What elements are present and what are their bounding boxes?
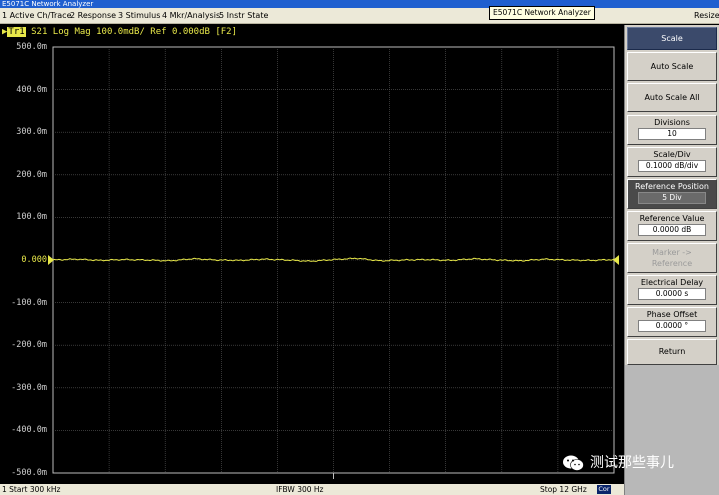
y-axis-tick-label: 300.0m — [16, 127, 47, 138]
phase-offset-label: Phase Offset — [646, 310, 698, 319]
watermark-text: 测试那些事儿 — [590, 455, 674, 471]
menu-mkr-analysis[interactable]: 4 Mkr/Analysis — [162, 8, 220, 24]
auto-scale-all-button[interactable]: Auto Scale All — [627, 83, 717, 112]
wechat-icon — [563, 455, 584, 471]
window-title: E5071C Network Analyzer — [2, 0, 94, 8]
status-cor-badge: Cor — [597, 485, 611, 494]
softkey-title-scale: Scale — [627, 27, 717, 50]
phase-offset-button[interactable]: Phase Offset 0.0000 ° — [627, 307, 717, 337]
electrical-delay-value: 0.0000 s — [638, 288, 706, 300]
scale-div-value: 0.1000 dB/div — [638, 160, 706, 172]
y-axis-tick-label: 100.0m — [16, 212, 47, 223]
trace-plot-area[interactable]: ▶Tr1 S21 Log Mag 100.0mdB/ Ref 0.000dB [… — [0, 25, 624, 484]
marker-to-reference-label-2: Reference — [651, 259, 693, 268]
trace-header-text: S21 Log Mag 100.0mdB/ Ref 0.000dB [F2] — [25, 27, 238, 37]
y-axis-tick-label: -200.0m — [11, 340, 47, 351]
auto-scale-all-label: Auto Scale All — [644, 93, 700, 102]
menu-bar: 1 Active Ch/Trace 2 Response 3 Stimulus … — [0, 8, 719, 24]
y-axis-tick-label: 400.0m — [16, 84, 47, 95]
y-axis-tick-label: -300.0m — [11, 382, 47, 393]
trace-header[interactable]: ▶Tr1 S21 Log Mag 100.0mdB/ Ref 0.000dB [… — [2, 27, 237, 37]
menu-response[interactable]: 2 Response — [70, 8, 116, 24]
electrical-delay-label: Electrical Delay — [640, 278, 704, 287]
electrical-delay-button[interactable]: Electrical Delay 0.0000 s — [627, 275, 717, 305]
softkey-panel-empty-area — [625, 365, 719, 495]
reference-position-value: 5 Div — [638, 192, 706, 204]
menu-stimulus[interactable]: 3 Stimulus — [118, 8, 160, 24]
y-axis-tick-label: -400.0m — [11, 425, 47, 436]
scale-div-button[interactable]: Scale/Div 0.1000 dB/div — [627, 147, 717, 177]
divisions-button[interactable]: Divisions 10 — [627, 115, 717, 145]
divisions-label: Divisions — [654, 118, 690, 127]
y-axis-tick-label: -100.0m — [11, 297, 47, 308]
auto-scale-button[interactable]: Auto Scale — [627, 52, 717, 81]
softkey-panel: Scale Auto Scale Auto Scale All Division… — [624, 25, 719, 495]
scale-div-label: Scale/Div — [653, 150, 691, 159]
marker-to-reference-button[interactable]: Marker -> Reference — [627, 243, 717, 273]
y-axis-tick-label: 0.000 — [21, 255, 47, 265]
auto-scale-label: Auto Scale — [650, 62, 694, 71]
menu-resize[interactable]: Resize — [694, 8, 719, 24]
trace-line-s21 — [52, 257, 615, 262]
reference-position-button[interactable]: Reference Position 5 Div — [627, 179, 717, 209]
trace-id: Tr1 — [7, 27, 26, 37]
status-stop: Stop 12 GHz — [540, 485, 587, 494]
y-axis-tick-label: 500.0m — [16, 42, 47, 52]
softkey-title-label: Scale — [661, 34, 683, 43]
window-tooltip: E5071C Network Analyzer — [489, 6, 595, 20]
return-button[interactable]: Return — [627, 339, 717, 365]
return-label: Return — [658, 347, 686, 356]
status-ifbw: IFBW 300 Hz — [276, 485, 324, 494]
y-axis-tick-label: 200.0m — [16, 169, 47, 180]
menu-instr-state[interactable]: 5 Instr State — [219, 8, 268, 24]
reference-value-value: 0.0000 dB — [638, 224, 706, 236]
menu-active-ch-trace[interactable]: 1 Active Ch/Trace — [2, 8, 72, 24]
plot-grid — [48, 46, 619, 479]
divisions-value: 10 — [638, 128, 706, 140]
reference-value-label: Reference Value — [639, 214, 705, 223]
marker-to-reference-label: Marker -> — [652, 248, 692, 257]
status-start: 1 Start 300 kHz — [2, 485, 61, 494]
reference-value-button[interactable]: Reference Value 0.0000 dB — [627, 211, 717, 241]
reference-position-label: Reference Position — [635, 182, 709, 191]
phase-offset-value: 0.0000 ° — [638, 320, 706, 332]
y-axis-tick-label: -500.0m — [11, 468, 47, 478]
window-title-bar: E5071C Network Analyzer — [0, 0, 719, 8]
status-bar: 1 Start 300 kHz IFBW 300 Hz Stop 12 GHz … — [0, 484, 624, 495]
